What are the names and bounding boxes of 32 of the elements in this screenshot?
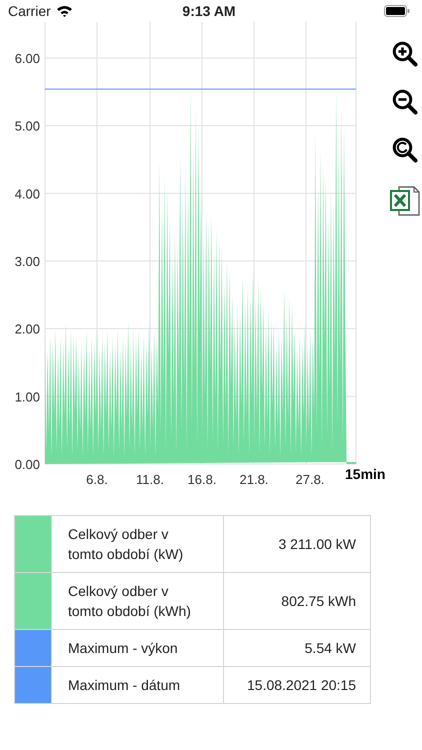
legend-label: Celkový odber v tomto období (kWh) [52, 572, 224, 630]
x-axis-unit: 15min [345, 466, 386, 482]
legend-value: 15.08.2021 20:15 [224, 666, 370, 704]
x-axis-label: 27.8. [296, 472, 324, 487]
y-axis-label: 3.00 [14, 254, 40, 269]
y-axis-label: 4.00 [14, 186, 40, 202]
clock-time: 9:13 AM [182, 3, 236, 19]
legend-label: Maximum - dátum [52, 666, 224, 704]
y-axis-label: 6.00 [14, 51, 40, 66]
battery-icon [384, 5, 410, 17]
excel-export-button[interactable] [390, 185, 420, 217]
y-axis-label: 2.00 [14, 322, 40, 337]
x-axis-label: 11.8. [136, 472, 164, 487]
wifi-icon [56, 5, 73, 17]
zoom-out-icon [392, 89, 418, 115]
zoom-in-button[interactable] [392, 41, 418, 67]
zoom-reset-icon [392, 137, 418, 163]
y-axis-label: 1.00 [14, 389, 40, 404]
legend-value: 3 211.00 kW [224, 516, 370, 572]
x-axis-label: 21.8. [240, 472, 268, 487]
x-axis-label: 16.8. [188, 472, 216, 487]
legend-label: Celkový odber v tomto období (kW) [52, 516, 224, 572]
legend-label: Maximum - výkon [52, 630, 224, 666]
legend-value: 5.54 kW [224, 630, 370, 666]
reset-button[interactable] [392, 137, 418, 163]
y-axis-label: 0.00 [14, 457, 40, 472]
y-axis-label: 5.00 [14, 118, 40, 134]
x-axis-label: 6.8. [86, 472, 108, 487]
zoom-out-button[interactable] [392, 89, 418, 115]
zoom-in-icon [392, 41, 418, 67]
legend-value: 802.75 kWh [224, 572, 370, 630]
carrier-label: Carrier [8, 3, 51, 19]
